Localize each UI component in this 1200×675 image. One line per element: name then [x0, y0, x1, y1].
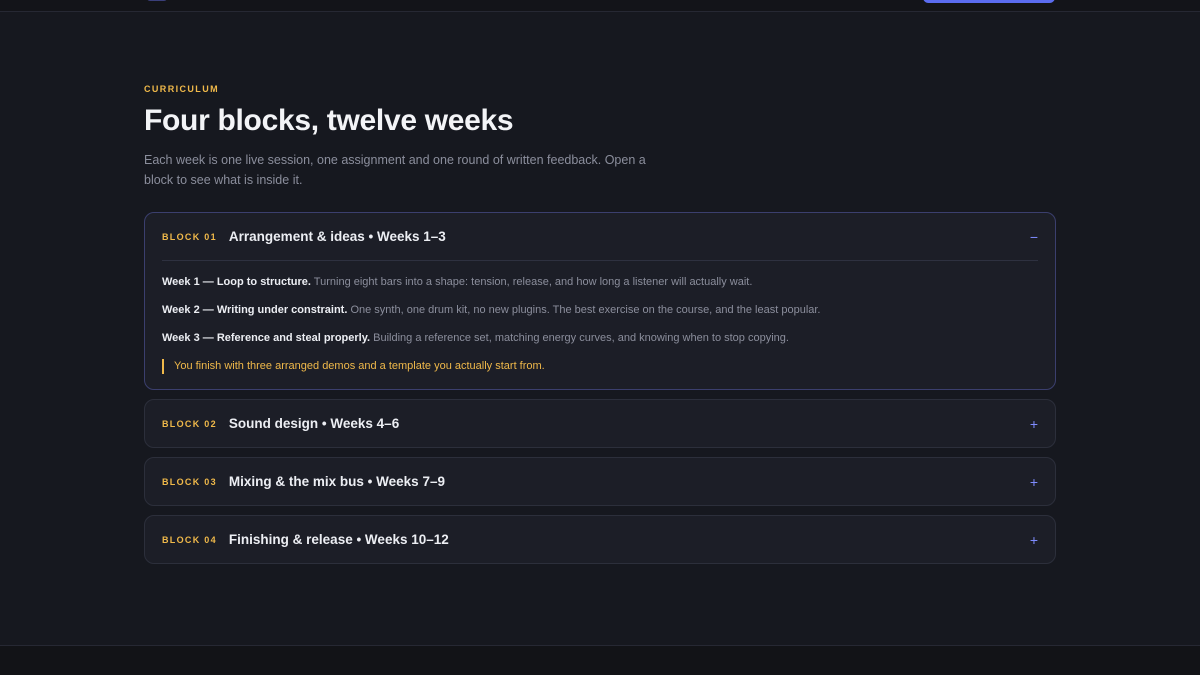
- week-item: Week 2 — Writing under constraint. One s…: [162, 303, 1038, 317]
- block-02-header[interactable]: BLOCK 02 Sound design • Weeks 4–6 +: [145, 400, 1055, 447]
- block-04-header[interactable]: BLOCK 04 Finishing & release • Weeks 10–…: [145, 516, 1055, 563]
- block-title: Arrangement & ideas • Weeks 1–3: [228, 229, 446, 244]
- curriculum-accordion: BLOCK 01 Arrangement & ideas • Weeks 1–3…: [144, 212, 1056, 564]
- block-code: BLOCK 04: [162, 534, 217, 545]
- block-code: BLOCK 02: [162, 418, 217, 429]
- week-label: Week 2 — Writing under constraint.: [162, 304, 348, 316]
- block-code: BLOCK 01: [162, 231, 217, 242]
- block-01-header[interactable]: BLOCK 01 Arrangement & ideas • Weeks 1–3…: [145, 213, 1055, 260]
- nav-cta-button[interactable]: [923, 0, 1055, 3]
- week-item: Week 3 — Reference and steal properly. B…: [162, 331, 1038, 345]
- top-nav-bar: [0, 0, 1200, 12]
- week-description: Building a reference set, matching energ…: [370, 332, 789, 344]
- minus-icon[interactable]: −: [1030, 230, 1038, 244]
- block-outcome: You finish with three arranged demos and…: [162, 359, 1038, 374]
- plus-icon[interactable]: +: [1030, 533, 1038, 547]
- block-title: Finishing & release • Weeks 10–12: [228, 532, 449, 547]
- plus-icon[interactable]: +: [1030, 417, 1038, 431]
- block-title: Sound design • Weeks 4–6: [228, 416, 400, 431]
- block-02: BLOCK 02 Sound design • Weeks 4–6 +: [144, 399, 1056, 448]
- section-title: Four blocks, twelve weeks: [144, 104, 514, 137]
- block-03-header[interactable]: BLOCK 03 Mixing & the mix bus • Weeks 7–…: [145, 458, 1055, 505]
- week-label: Week 1 — Loop to structure.: [162, 276, 311, 288]
- block-04: BLOCK 04 Finishing & release • Weeks 10–…: [144, 515, 1056, 564]
- section-subtitle: Each week is one live session, one assig…: [144, 153, 646, 187]
- week-description: One synth, one drum kit, no new plugins.…: [347, 304, 821, 316]
- week-description: Turning eight bars into a shape: tension…: [310, 276, 753, 288]
- block-03: BLOCK 03 Mixing & the mix bus • Weeks 7–…: [144, 457, 1056, 506]
- plus-icon[interactable]: +: [1030, 475, 1038, 489]
- week-item: Week 1 — Loop to structure. Turning eigh…: [162, 275, 1038, 289]
- block-01-content: Week 1 — Loop to structure. Turning eigh…: [162, 260, 1038, 389]
- footer-bar: [0, 645, 1200, 675]
- block-01: BLOCK 01 Arrangement & ideas • Weeks 1–3…: [144, 212, 1056, 390]
- logo[interactable]: [147, 0, 167, 1]
- section-eyebrow: CURRICULUM: [144, 84, 219, 94]
- block-title: Mixing & the mix bus • Weeks 7–9: [228, 474, 445, 489]
- block-code: BLOCK 03: [162, 476, 217, 487]
- week-label: Week 3 — Reference and steal properly.: [162, 332, 371, 344]
- curriculum-section: CURRICULUM Four blocks, twelve weeks Eac…: [144, 84, 1056, 573]
